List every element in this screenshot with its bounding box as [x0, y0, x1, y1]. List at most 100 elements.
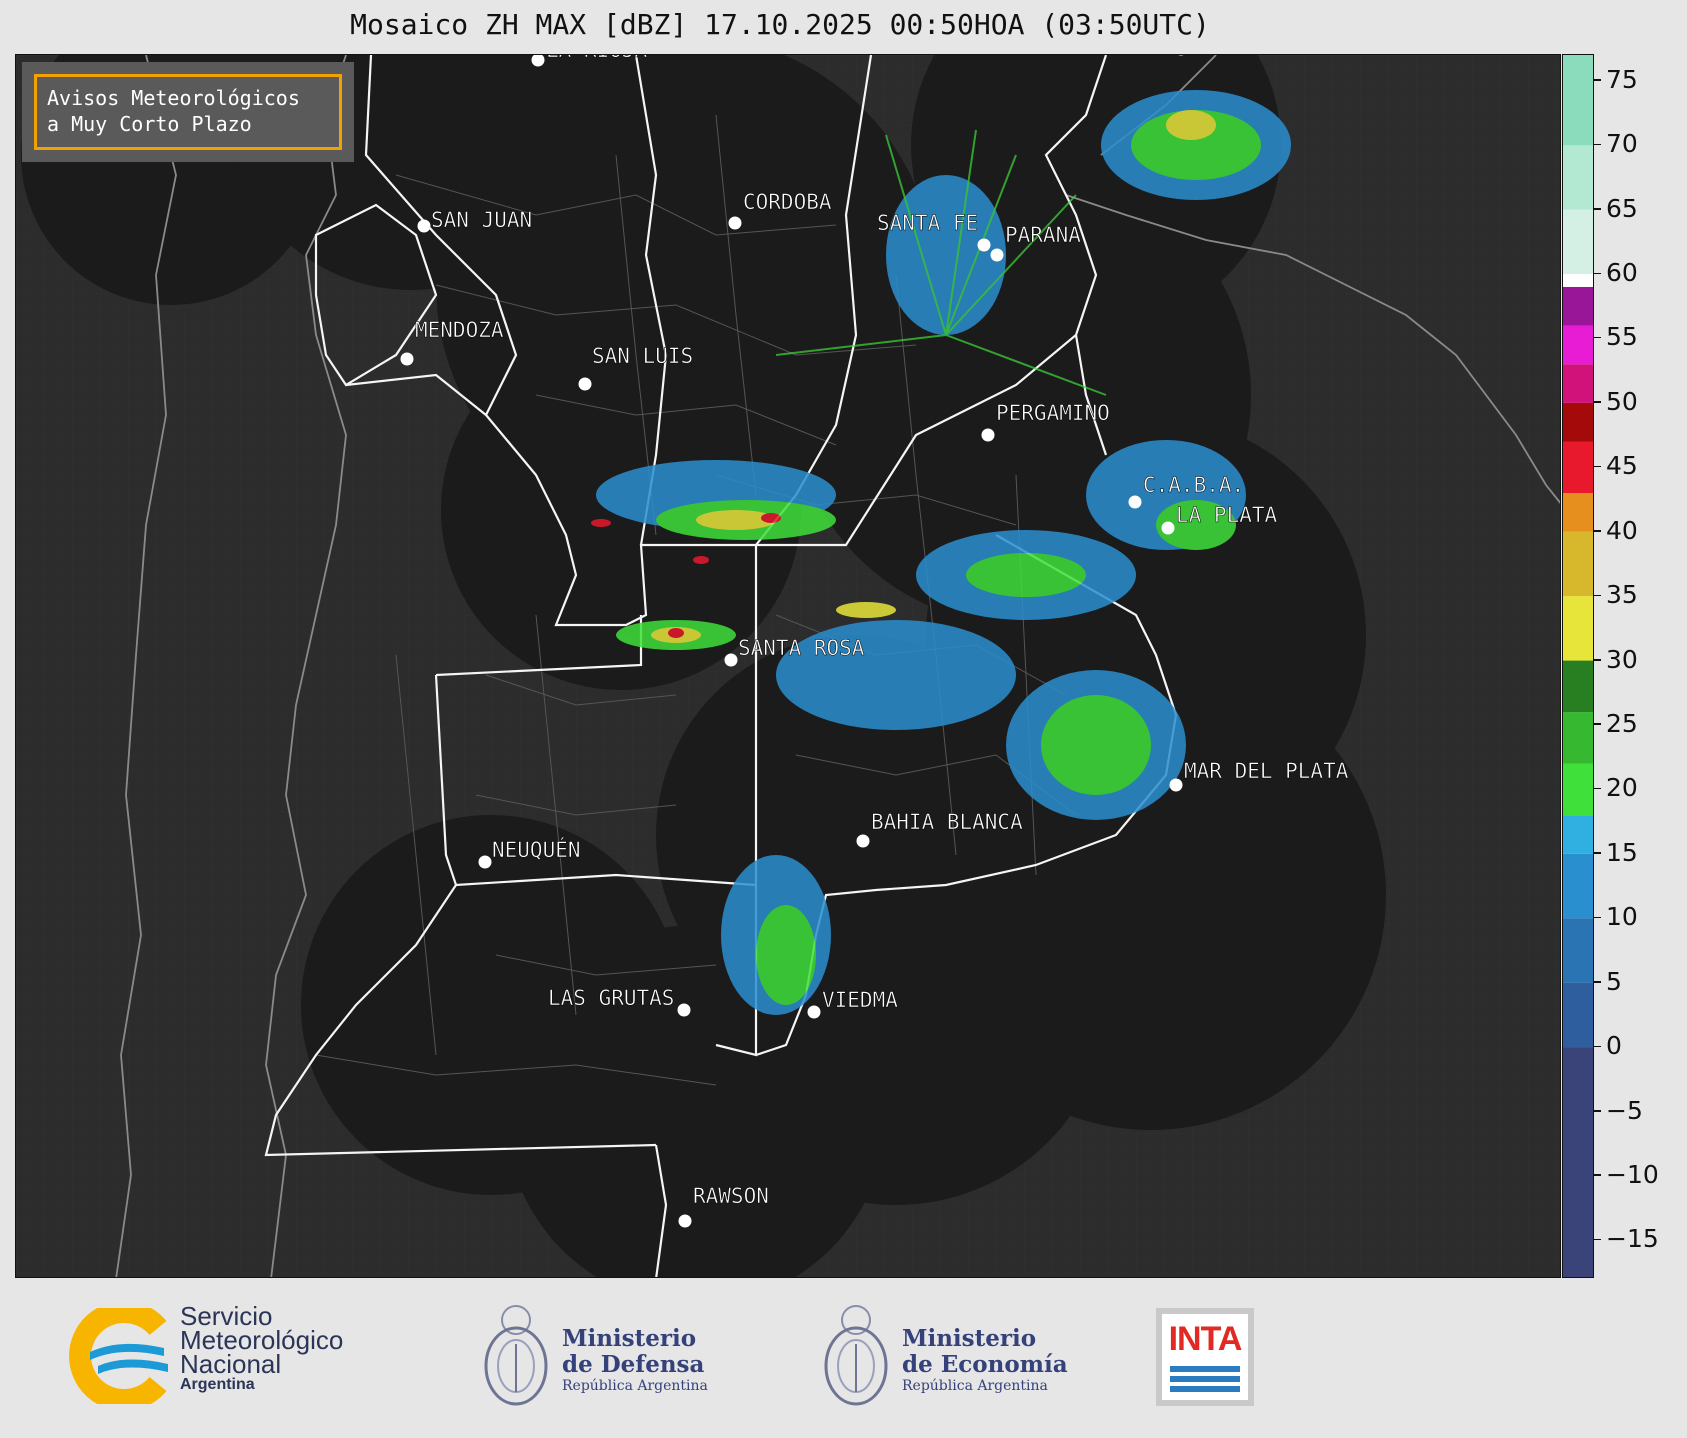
colorbar-tick: 20 — [1594, 775, 1638, 800]
colorbar-tick: −5 — [1594, 1098, 1643, 1123]
city-label: NEUQUÉN — [492, 837, 581, 862]
footer-logos: Servicio Meteorológico Nacional Argentin… — [0, 1280, 1687, 1438]
city-label: PARANA — [1005, 223, 1081, 247]
coat-of-arms-icon — [484, 1305, 548, 1406]
smn-logo-icon — [69, 1308, 168, 1404]
colorbar-band — [1563, 209, 1593, 275]
colorbar-band — [1563, 531, 1593, 597]
colorbar-tick-label: 70 — [1606, 129, 1638, 159]
city-label: PERGAMINO — [996, 401, 1110, 425]
colorbar-tick: 10 — [1594, 904, 1638, 929]
colorbar-band — [1563, 1047, 1593, 1277]
colorbar-tick: 70 — [1594, 131, 1638, 156]
city-label: SANTA FE — [877, 211, 978, 235]
colorbar-tick-label: 30 — [1606, 644, 1638, 674]
colorbar — [1562, 54, 1594, 1278]
inta-label: INTA — [1168, 1320, 1243, 1358]
inta-logo: INTA — [1156, 1308, 1254, 1406]
city-marker — [990, 248, 1004, 262]
city-label: MENDOZA — [415, 318, 504, 342]
colorbar-tick: 5 — [1594, 969, 1622, 994]
city-marker — [724, 653, 738, 667]
colorbar-tick-label: 5 — [1606, 966, 1622, 996]
city-marker — [1128, 495, 1142, 509]
colorbar-tick: 50 — [1594, 389, 1638, 414]
city-marker — [1169, 778, 1183, 792]
colorbar-tick-label: 50 — [1606, 386, 1638, 416]
city-label: C.A.B.A. — [1143, 473, 1244, 497]
colorbar-tick: 0 — [1594, 1033, 1622, 1058]
city-label: SAN LUIS — [592, 344, 693, 368]
colorbar-band — [1563, 441, 1593, 494]
smn-line-3: Nacional — [180, 1349, 282, 1379]
radar-map[interactable]: LA RIOJASAN JUANCORDOBASANTA FEPARANAMER… — [15, 54, 1561, 1278]
colorbar-tick-label: 75 — [1606, 64, 1638, 94]
notice-line-1: Avisos Meteorológicos — [47, 86, 300, 110]
colorbar-tick-label: −5 — [1606, 1095, 1643, 1125]
colorbar-tick-label: −10 — [1606, 1159, 1659, 1189]
city-marker — [1161, 521, 1175, 535]
colorbar-band — [1563, 402, 1593, 442]
economia-line-2: de Economía — [902, 1351, 1068, 1378]
city-marker — [677, 1003, 691, 1017]
colorbar-tick-label: 20 — [1606, 773, 1638, 803]
colorbar-tick: 35 — [1594, 582, 1638, 607]
colorbar-band — [1563, 763, 1593, 816]
colorbar-tick-label: 55 — [1606, 322, 1638, 352]
colorbar-band — [1563, 712, 1593, 764]
city-label: LA RIOJA — [546, 55, 648, 62]
colorbar-tick: 65 — [1594, 196, 1638, 221]
page-title: Mosaico ZH MAX [dBZ] 17.10.2025 00:50HOA… — [350, 8, 1210, 41]
city-marker — [400, 352, 414, 366]
colorbar-tick: −10 — [1594, 1162, 1659, 1187]
colorbar-tick: 25 — [1594, 711, 1638, 736]
colorbar-tick-label: 25 — [1606, 708, 1638, 738]
city-marker — [478, 855, 492, 869]
city-label: MAR DEL PLATA — [1184, 759, 1349, 783]
colorbar-tick-label: 10 — [1606, 902, 1638, 932]
colorbar-tick-label: 45 — [1606, 451, 1638, 481]
colorbar-tick-label: 0 — [1606, 1031, 1622, 1061]
notice-panel: Avisos Meteorológicos a Muy Corto Plazo — [22, 62, 354, 162]
smn-logo-text: Servicio Meteorológico Nacional Argentin… — [180, 1303, 343, 1394]
defensa-line-2: de Defensa — [562, 1351, 705, 1378]
colorbar-band — [1563, 286, 1593, 326]
notice-line-2: a Muy Corto Plazo — [47, 112, 252, 136]
city-marker — [981, 428, 995, 442]
colorbar-tick: −15 — [1594, 1226, 1659, 1251]
economia-line-1: Ministerio — [902, 1325, 1037, 1352]
city-marker — [856, 834, 870, 848]
defensa-logo-text: Ministerio de Defensa República Argentin… — [562, 1326, 708, 1395]
city-label: LA PLATA — [1176, 503, 1278, 527]
colorbar-tick-label: 65 — [1606, 193, 1638, 223]
colorbar-tick: 45 — [1594, 453, 1638, 478]
colorbar-band — [1563, 55, 1593, 146]
coat-of-arms-icon — [824, 1305, 888, 1406]
colorbar-tick: 60 — [1594, 260, 1638, 285]
city-label: VIEDMA — [822, 988, 898, 1012]
city-label: SANTA ROSA — [738, 636, 865, 660]
colorbar-band — [1563, 815, 1593, 854]
colorbar-tick-label: −15 — [1606, 1224, 1659, 1254]
city-marker — [578, 377, 592, 391]
notice-box: Avisos Meteorológicos a Muy Corto Plazo — [34, 74, 342, 150]
colorbar-band — [1563, 145, 1593, 210]
colorbar-band — [1563, 918, 1593, 983]
colorbar-band — [1563, 853, 1593, 919]
map-canvas: LA RIOJASAN JUANCORDOBASANTA FEPARANAMER… — [16, 55, 1560, 1277]
city-marker — [728, 216, 742, 230]
city-marker — [678, 1214, 692, 1228]
colorbar-tick: 40 — [1594, 518, 1638, 543]
colorbar-scale — [1563, 55, 1593, 1277]
colorbar-band — [1563, 364, 1593, 403]
colorbar-band — [1563, 325, 1593, 365]
colorbar-tick: 55 — [1594, 324, 1638, 349]
economia-sub: República Argentina — [902, 1378, 1048, 1394]
city-marker — [977, 238, 991, 252]
city-label: CORDOBA — [743, 190, 832, 214]
colorbar-tick-label: 15 — [1606, 837, 1638, 867]
city-label: BAHIA BLANCA — [871, 810, 1023, 834]
colorbar-tick-label: 40 — [1606, 515, 1638, 545]
colorbar-tick-label: 60 — [1606, 258, 1638, 288]
city-marker — [807, 1005, 821, 1019]
